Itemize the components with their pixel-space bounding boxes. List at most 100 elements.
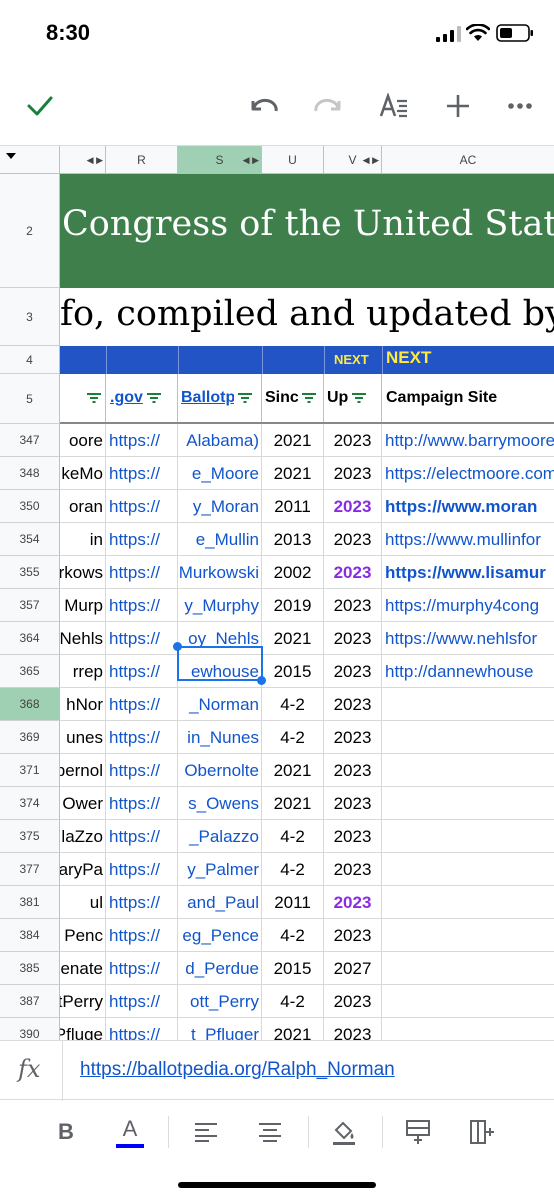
column-header-r[interactable]: R xyxy=(106,146,178,174)
undo-icon[interactable] xyxy=(246,88,282,124)
cell-ballot[interactable]: and_Paul xyxy=(178,886,262,919)
cell-ballot[interactable]: _Palazzo xyxy=(178,820,262,853)
spreadsheet-grid[interactable]: ◀ ▶ R S ◀ ▶ U V ◀ ▶ AC 2 3 4 5 Congress of… xyxy=(0,146,554,1040)
cell-up[interactable]: 2023 xyxy=(324,424,382,457)
cell-ballot[interactable]: Murkowski xyxy=(178,556,262,589)
cell-up[interactable]: 2023 xyxy=(324,787,382,820)
row-header[interactable]: 384 xyxy=(0,919,60,952)
cell-campaign[interactable] xyxy=(382,820,554,853)
redo-icon[interactable] xyxy=(310,88,346,124)
cell-campaign[interactable] xyxy=(382,688,554,721)
header-cell-ballotpedia[interactable]: Ballotpedia xyxy=(178,374,262,422)
insert-row-icon[interactable] xyxy=(398,1112,438,1152)
cell-ballot[interactable]: Alabama) xyxy=(178,424,262,457)
filter-icon[interactable] xyxy=(351,392,367,404)
row-header[interactable]: 365 xyxy=(0,655,60,688)
cell-gov[interactable]: https:// xyxy=(106,886,178,919)
cell-up[interactable]: 2023 xyxy=(324,1018,382,1040)
cell-name[interactable]: keMo xyxy=(60,457,106,490)
cell-name[interactable]: Nehls xyxy=(60,622,106,655)
cell-campaign[interactable]: https://www.mullinfor xyxy=(382,523,554,556)
cell-since[interactable]: 2021 xyxy=(262,424,324,457)
cell-ballot[interactable]: eg_Pence xyxy=(178,919,262,952)
cell-up[interactable]: 2023 xyxy=(324,523,382,556)
cell-since[interactable]: 4-2 xyxy=(262,820,324,853)
cell-ballot[interactable]: s_Owens xyxy=(178,787,262,820)
column-header-s[interactable]: S ◀ ▶ xyxy=(178,146,262,174)
cell-ballot[interactable]: y_Murphy xyxy=(178,589,262,622)
cell-campaign[interactable] xyxy=(382,952,554,985)
more-icon[interactable] xyxy=(502,88,538,124)
cell-name[interactable]: Murp xyxy=(60,589,106,622)
cell-campaign[interactable] xyxy=(382,754,554,787)
row-header[interactable]: 354 xyxy=(0,523,60,556)
cell-since[interactable]: 2002 xyxy=(262,556,324,589)
cell-name[interactable]: Pfluge xyxy=(60,1018,106,1040)
check-icon[interactable] xyxy=(22,88,58,124)
cell-gov[interactable]: https:// xyxy=(106,490,178,523)
filter-icon[interactable] xyxy=(146,392,162,404)
cell-name[interactable]: Ower xyxy=(60,787,106,820)
cell-campaign[interactable]: https://www.moran xyxy=(382,490,554,523)
cell-name[interactable]: Penc xyxy=(60,919,106,952)
cell-campaign[interactable]: http://dannewhouse xyxy=(382,655,554,688)
align-left-icon[interactable] xyxy=(186,1112,226,1152)
hidden-columns-icon[interactable]: ◀ ▶ xyxy=(363,155,379,166)
column-header-v[interactable]: V ◀ ▶ xyxy=(324,146,382,174)
cell-gov[interactable]: https:// xyxy=(106,1018,178,1040)
cell-up[interactable]: 2023 xyxy=(324,754,382,787)
cell-since[interactable]: 4-2 xyxy=(262,919,324,952)
cell-gov[interactable]: https:// xyxy=(106,853,178,886)
column-header-ac[interactable]: AC xyxy=(382,146,554,174)
row-header[interactable]: 350 xyxy=(0,490,60,523)
cell-ballot[interactable]: y_Moran xyxy=(178,490,262,523)
cell-up[interactable]: 2023 xyxy=(324,721,382,754)
cell-name[interactable]: laZzo xyxy=(60,820,106,853)
cell-since[interactable]: 2021 xyxy=(262,622,324,655)
cell-ballot[interactable]: t_Pfluger xyxy=(178,1018,262,1040)
row-header[interactable]: 347 xyxy=(0,424,60,457)
cell-name[interactable]: enate xyxy=(60,952,106,985)
row-header[interactable]: 385 xyxy=(0,952,60,985)
sheet-title-banner[interactable]: Congress of the United States xyxy=(60,174,554,288)
cell-gov[interactable]: https:// xyxy=(106,952,178,985)
row-header[interactable]: 371 xyxy=(0,754,60,787)
cell-campaign[interactable] xyxy=(382,919,554,952)
cell-campaign[interactable] xyxy=(382,985,554,1018)
insert-column-icon[interactable] xyxy=(462,1112,502,1152)
header-cell-name[interactable] xyxy=(60,374,106,422)
cell-name[interactable]: hNor xyxy=(60,688,106,721)
cell-since[interactable]: 2015 xyxy=(262,952,324,985)
cell-up[interactable]: 2023 xyxy=(324,853,382,886)
selection-handle-top[interactable] xyxy=(173,642,182,651)
cell-campaign[interactable] xyxy=(382,853,554,886)
cell-up[interactable]: 2023 xyxy=(324,919,382,952)
cell-ballot[interactable]: ewhouse xyxy=(178,655,262,688)
row-header[interactable]: 348 xyxy=(0,457,60,490)
cell-campaign[interactable] xyxy=(382,787,554,820)
row-header[interactable]: 369 xyxy=(0,721,60,754)
insert-icon[interactable] xyxy=(440,88,476,124)
cell-up[interactable]: 2023 xyxy=(324,490,382,523)
cell-gov[interactable]: https:// xyxy=(106,985,178,1018)
formula-input[interactable]: https://ballotpedia.org/Ralph_Norman xyxy=(80,1059,395,1081)
bold-icon[interactable]: B xyxy=(46,1112,86,1152)
header-cell-gov[interactable]: .gov xyxy=(106,374,178,422)
cell-since[interactable]: 2015 xyxy=(262,655,324,688)
row-header[interactable]: 3 xyxy=(0,288,60,346)
cell-name[interactable]: aryPa xyxy=(60,853,106,886)
cell-since[interactable]: 2011 xyxy=(262,490,324,523)
cell-up[interactable]: 2023 xyxy=(324,589,382,622)
cell-since[interactable]: 2021 xyxy=(262,754,324,787)
cell-ballot[interactable]: d_Perdue xyxy=(178,952,262,985)
cell-since[interactable]: 2013 xyxy=(262,523,324,556)
column-header-u[interactable]: U xyxy=(262,146,324,174)
cell-up[interactable]: 2023 xyxy=(324,886,382,919)
cell-up[interactable]: 2023 xyxy=(324,985,382,1018)
cell-gov[interactable]: https:// xyxy=(106,919,178,952)
cell-ballot[interactable]: y_Palmer xyxy=(178,853,262,886)
cell-name[interactable]: in xyxy=(60,523,106,556)
cell-name[interactable]: oran xyxy=(60,490,106,523)
cell-up[interactable]: 2023 xyxy=(324,820,382,853)
cell-campaign[interactable]: https://electmoore.com xyxy=(382,457,554,490)
